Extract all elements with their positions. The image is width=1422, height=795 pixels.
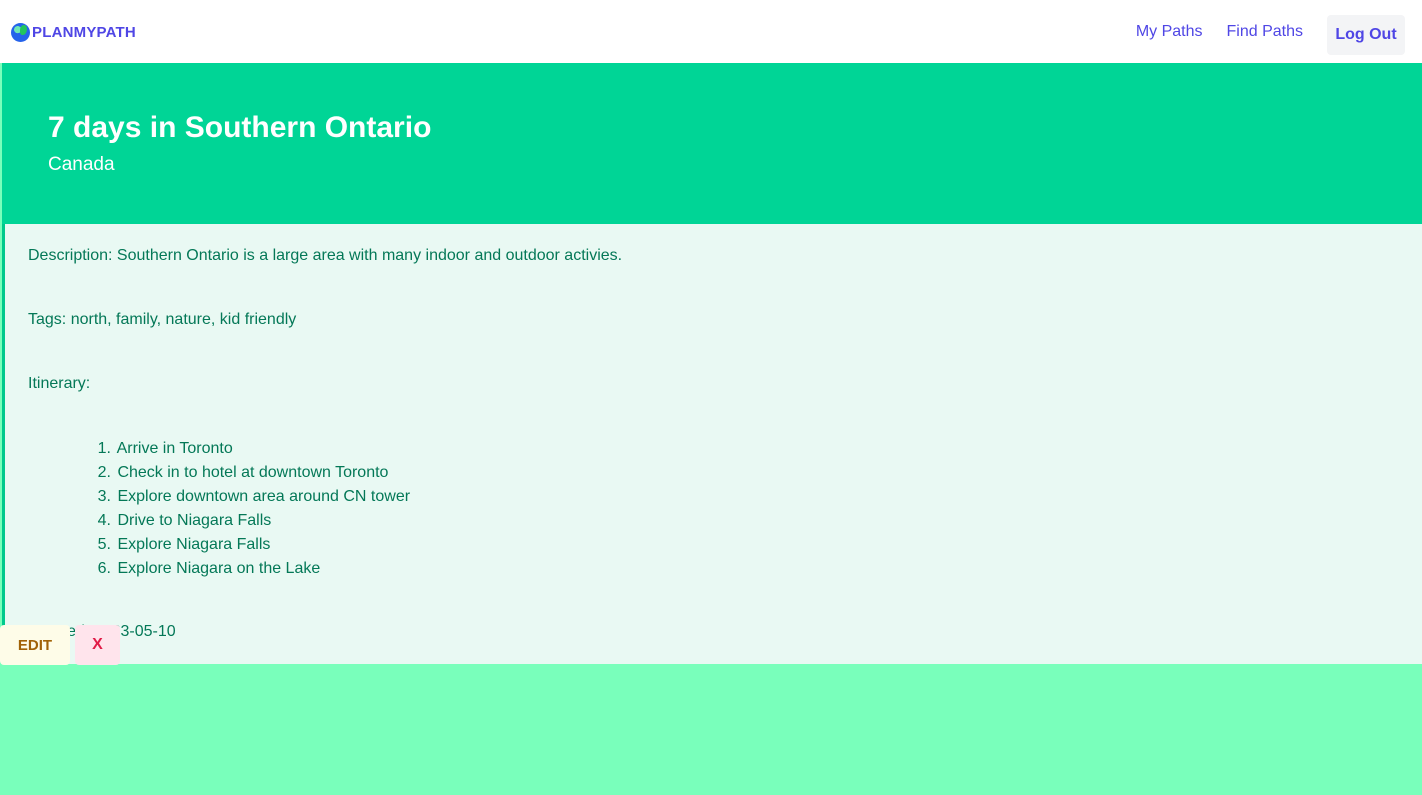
nav-link-my-paths[interactable]: My Paths (1136, 23, 1203, 41)
page-content: 7 days in Southern Ontario Canada Descri… (0, 63, 1422, 795)
itinerary-item: 6. Explore Niagara on the Lake (97, 560, 321, 577)
itinerary-item: 2. Check in to hotel at downtown Toronto (97, 464, 389, 481)
itinerary-list: 1. Arrive in Toronto 2. Check in to hote… (91, 437, 591, 581)
path-tags: Tags: north, family, nature, kid friendl… (28, 311, 297, 328)
nav-links: My Paths Find Paths Log Out (1136, 15, 1405, 55)
edit-button[interactable]: EDIT (0, 625, 70, 665)
brand-logo[interactable]: PLANMYPATH (11, 21, 136, 43)
nav-link-find-paths[interactable]: Find Paths (1227, 23, 1303, 41)
path-title: 7 days in Southern Ontario (48, 111, 432, 144)
itinerary-item: 3. Explore downtown area around CN tower (97, 488, 411, 505)
path-country: Canada (48, 154, 115, 175)
navbar: PLANMYPATH My Paths Find Paths Log Out (0, 0, 1422, 63)
brand-name: PLANMYPATH (32, 23, 136, 41)
itinerary-item: 4. Drive to Niagara Falls (97, 512, 272, 529)
itinerary-item: 1. Arrive in Toronto (97, 440, 233, 457)
path-details: Description: Southern Ontario is a large… (2, 224, 1422, 664)
globe-icon (11, 22, 30, 42)
delete-button[interactable]: X (75, 625, 120, 665)
itinerary-label: Itinerary: (28, 375, 91, 392)
path-header: 7 days in Southern Ontario Canada (2, 63, 1422, 224)
itinerary-item: 5. Explore Niagara Falls (97, 536, 271, 553)
logout-button[interactable]: Log Out (1327, 15, 1405, 55)
path-description: Description: Southern Ontario is a large… (28, 247, 623, 264)
